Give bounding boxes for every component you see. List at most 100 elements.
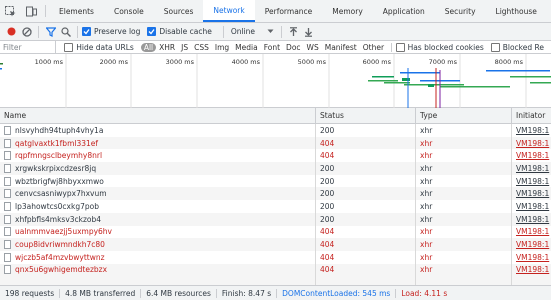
request-name-cell[interactable]: ualnmmvaezjj5uxmpy6hv (0, 225, 316, 239)
request-name-cell[interactable]: wjczb5af4mzvbwyttwnz (0, 250, 316, 264)
tab-memory[interactable]: Memory (322, 0, 373, 22)
filter-type-media[interactable]: Media (232, 43, 261, 52)
toolbar-divider (280, 25, 282, 38)
filter-type-other[interactable]: Other (360, 43, 387, 52)
document-icon (4, 265, 11, 275)
initiator-link[interactable]: VM198:1 (516, 139, 549, 148)
request-name-cell[interactable]: coup8idvriwmndkh7c80 (0, 238, 316, 251)
record-button[interactable] (4, 25, 19, 39)
network-overview[interactable]: 1000 ms 2000 ms 3000 ms 4000 ms 5000 ms 6000 … (0, 54, 551, 108)
throttling-select[interactable]: Online (228, 27, 277, 36)
column-header-type[interactable]: Type (416, 108, 512, 123)
filter-type-ws[interactable]: WS (304, 43, 322, 52)
checkbox-box (395, 42, 405, 52)
type-cell: xhr (416, 136, 512, 150)
filter-icon[interactable] (43, 25, 58, 39)
type-cell: xhr (416, 149, 512, 163)
tab-security[interactable]: Security (435, 0, 486, 22)
request-name-cell[interactable]: qatglvaxtk1fbml331ef (0, 136, 316, 150)
request-bar (384, 82, 410, 84)
tab-elements[interactable]: Elements (49, 0, 104, 22)
tab-network[interactable]: Network (203, 0, 255, 22)
filter-type-doc[interactable]: Doc (283, 43, 304, 52)
device-toolbar-icon[interactable] (21, 0, 42, 22)
filter-type-all[interactable]: All (140, 42, 157, 52)
request-name-cell[interactable]: wbztbrigfwj8hbyxxmwo (0, 174, 316, 188)
table-row[interactable]: qatglvaxtk1fbml331ef 404 xhr VM198:1 (0, 136, 551, 150)
request-name-cell[interactable]: qnx5u6gwhigemdtezbzx (0, 263, 316, 277)
request-name-cell[interactable]: lp3ahowtcs0cxkg7pob (0, 200, 316, 213)
type-cell: xhr (416, 200, 512, 213)
table-row[interactable]: wbztbrigfwj8hbyxxmwo 200 xhr VM198:1 (0, 174, 551, 188)
request-name-cell[interactable]: xrgwkskrpixcdzesr8jq (0, 162, 316, 175)
tick-label: 7000 ms (429, 58, 458, 66)
network-toolbar: Preserve log Disable cache Online (0, 23, 551, 41)
initiator-link[interactable]: VM198:1 (516, 265, 549, 274)
request-name-cell[interactable]: nlsvyhdh94tuph4vhy1a (0, 124, 316, 137)
tab-lighthouse[interactable]: Lighthouse (486, 0, 547, 22)
overview-timeline[interactable]: 1000 ms 2000 ms 3000 ms 4000 ms 5000 ms 6000 … (0, 54, 551, 108)
throttling-value: Online (230, 27, 256, 36)
filter-type-js[interactable]: JS (178, 43, 191, 52)
document-icon (4, 151, 11, 161)
inspect-element-icon[interactable] (0, 0, 21, 22)
table-row[interactable]: coup8idvriwmndkh7c80 404 xhr VM198:1 (0, 238, 551, 251)
preserve-log-checkbox[interactable]: Preserve log (82, 27, 140, 36)
hide-data-urls-checkbox[interactable]: Hide data URLs (64, 42, 134, 52)
initiator-link[interactable]: VM198:1 (516, 253, 549, 262)
blocked-requests-checkbox[interactable]: Blocked Re (490, 42, 544, 52)
import-har-icon[interactable] (286, 25, 301, 39)
initiator-link[interactable]: VM198:1 (516, 240, 549, 249)
initiator-link[interactable]: VM198:1 (516, 151, 549, 160)
tab-console[interactable]: Console (104, 0, 154, 22)
initiator-cell: VM198:1 (512, 213, 551, 226)
initiator-link[interactable]: VM198:1 (516, 215, 549, 224)
type-cell: xhr (416, 212, 512, 226)
table-row[interactable]: nlsvyhdh94tuph4vhy1a 200 xhr VM198:1 (0, 124, 551, 137)
tick-label: 4000 ms (232, 58, 261, 66)
resources-size: 6.4 MB resources (141, 288, 217, 298)
column-header-name[interactable]: Name (0, 108, 316, 123)
clear-button[interactable] (19, 25, 34, 39)
search-icon[interactable] (58, 25, 73, 39)
export-har-icon[interactable] (301, 25, 316, 39)
initiator-link[interactable]: VM198:1 (516, 126, 549, 135)
request-bar (368, 80, 398, 82)
request-bar (0, 68, 2, 70)
request-name-cell[interactable]: rqpfmngsclbeymhy8nrl (0, 149, 316, 163)
table-row[interactable]: ualnmmvaezjj5uxmpy6hv 404 xhr VM198:1 (0, 225, 551, 239)
table-row[interactable]: qnx5u6gwhigemdtezbzx 404 xhr VM198:1 (0, 263, 551, 277)
initiator-link[interactable]: VM198:1 (516, 189, 549, 198)
toolbar-divider (222, 25, 224, 38)
filter-type-xhr[interactable]: XHR (156, 43, 178, 52)
tab-sources[interactable]: Sources (154, 0, 204, 22)
request-name-cell[interactable]: xhfpbfls4mksv3ckzob4 (0, 212, 316, 226)
initiator-link[interactable]: VM198:1 (516, 227, 549, 236)
table-row[interactable]: lp3ahowtcs0cxkg7pob 200 xhr VM198:1 (0, 200, 551, 213)
column-header-status[interactable]: Status (316, 108, 416, 123)
initiator-link[interactable]: VM198:1 (516, 202, 549, 211)
filter-input[interactable]: Filter (0, 41, 57, 53)
initiator-link[interactable]: VM198:1 (516, 164, 549, 173)
table-row[interactable]: cenvcsasniwypx7hxvum 200 xhr VM198:1 (0, 187, 551, 201)
filter-type-manifest[interactable]: Manifest (322, 43, 360, 52)
table-row[interactable]: rqpfmngsclbeymhy8nrl 404 xhr VM198:1 (0, 149, 551, 163)
request-name: lp3ahowtcs0cxkg7pob (15, 201, 99, 211)
initiator-link[interactable]: VM198:1 (516, 177, 549, 186)
initiator-cell: VM198:1 (512, 264, 551, 277)
has-blocked-cookies-checkbox[interactable]: Has blocked cookies (395, 42, 484, 52)
table-row[interactable]: xrgwkskrpixcdzesr8jq 200 xhr VM198:1 (0, 162, 551, 175)
status-cell: 200 (316, 174, 416, 188)
table-row[interactable]: wjczb5af4mzvbwyttwnz 404 xhr VM198:1 (0, 250, 551, 264)
disable-cache-checkbox[interactable]: Disable cache (147, 27, 212, 36)
request-name-cell[interactable]: cenvcsasniwypx7hxvum (0, 187, 316, 201)
filter-type-css[interactable]: CSS (191, 43, 212, 52)
tab-performance[interactable]: Performance (255, 0, 323, 22)
filter-type-font[interactable]: Font (261, 43, 283, 52)
tab-application[interactable]: Application (373, 0, 435, 22)
filter-type-img[interactable]: Img (212, 43, 232, 52)
table-row[interactable]: xhfpbfls4mksv3ckzob4 200 xhr VM198:1 (0, 212, 551, 226)
column-header-initiator[interactable]: Initiator (512, 108, 551, 123)
type-cell: xhr (416, 187, 512, 201)
initiator-cell: VM198:1 (512, 149, 551, 162)
